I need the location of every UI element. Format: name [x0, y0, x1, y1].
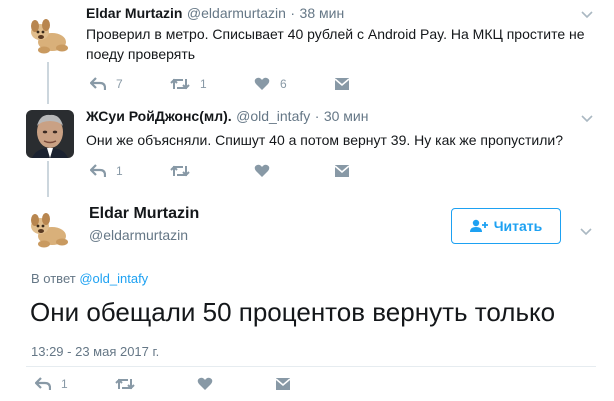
retweet-button[interactable]: 1 [170, 77, 254, 91]
reply-icon [35, 377, 51, 390]
retweet-icon [170, 165, 190, 177]
reply-icon [90, 77, 106, 90]
chevron-down-icon[interactable] [581, 6, 593, 24]
avatar-eldar-main[interactable] [26, 204, 74, 252]
retweet-button[interactable] [115, 377, 197, 391]
heart-icon [197, 377, 213, 390]
message-icon [334, 78, 350, 90]
tweet1-header: Eldar Murtazin @eldarmurtazin · 38 мин [86, 5, 344, 23]
reply-prefix: В ответ [31, 271, 76, 286]
reply-context: В ответ @old_intafy [31, 271, 148, 286]
tweet2-header: ЖСуи РойДжонс(мл). @old_intafy · 30 мин [86, 108, 368, 126]
retweet-button[interactable] [170, 164, 254, 178]
main-tweet-text: Они обещали 50 процентов вернуть только [30, 297, 556, 327]
heart-icon [254, 77, 270, 90]
separator-dot: · [314, 108, 320, 124]
message-button[interactable] [334, 164, 350, 178]
reply-count: 7 [116, 77, 123, 91]
tweet1-text: Проверил в метро. Списывает 40 рублей с … [86, 24, 601, 64]
thread-line [47, 161, 49, 197]
tweet-text-line: поеду проверять [86, 46, 196, 62]
tweet2-actions: 1 [90, 162, 350, 180]
chevron-down-icon[interactable] [581, 110, 593, 128]
tweet2-text: Они же объясняли. Спишут 40 а потом верн… [86, 132, 564, 148]
retweet-icon [115, 378, 135, 390]
author-name[interactable]: Eldar Murtazin [86, 5, 182, 21]
like-button[interactable]: 6 [254, 77, 334, 91]
tweet-timestamp[interactable]: 13:29 - 23 мая 2017 г. [31, 344, 159, 359]
reply-to-link[interactable]: @old_intafy [79, 271, 148, 286]
reply-button[interactable]: 1 [35, 377, 115, 391]
heart-icon [254, 164, 270, 177]
separator-dot: · [290, 5, 296, 21]
follow-label: Читать [493, 218, 543, 234]
main-author-handle[interactable]: @eldarmurtazin [89, 227, 188, 243]
main-author-name[interactable]: Eldar Murtazin [89, 205, 199, 223]
reply-button[interactable]: 1 [90, 164, 170, 178]
main-actions: 1 [35, 375, 291, 393]
author-handle[interactable]: @eldarmurtazin [187, 5, 286, 21]
message-icon [334, 165, 350, 177]
divider [26, 366, 596, 367]
tweet1-actions: 7 1 6 [90, 75, 350, 93]
tweet-time[interactable]: 38 мин [300, 5, 345, 21]
retweet-icon [170, 78, 190, 90]
like-button[interactable] [254, 164, 334, 178]
avatar-old-intafy[interactable] [26, 110, 74, 158]
tweet-time[interactable]: 30 мин [324, 108, 369, 124]
avatar-eldar[interactable] [26, 10, 74, 58]
like-count: 6 [280, 77, 287, 91]
reply-count: 1 [61, 377, 68, 391]
follow-person-icon [469, 219, 488, 232]
like-button[interactable] [197, 377, 275, 391]
reply-icon [90, 164, 106, 177]
author-handle[interactable]: @old_intafy [236, 108, 310, 124]
chevron-down-icon[interactable] [580, 223, 592, 241]
message-button[interactable] [334, 77, 350, 91]
message-button[interactable] [275, 377, 291, 391]
follow-button[interactable]: Читать [451, 208, 561, 244]
reply-button[interactable]: 7 [90, 77, 170, 91]
reply-count: 1 [116, 164, 123, 178]
message-icon [275, 378, 291, 390]
retweet-count: 1 [200, 77, 207, 91]
author-name[interactable]: ЖСуи РойДжонс(мл). [86, 108, 232, 124]
thread-line [47, 62, 49, 104]
tweet-text-line: Проверил в метро. Списывает 40 рублей с … [86, 26, 585, 42]
